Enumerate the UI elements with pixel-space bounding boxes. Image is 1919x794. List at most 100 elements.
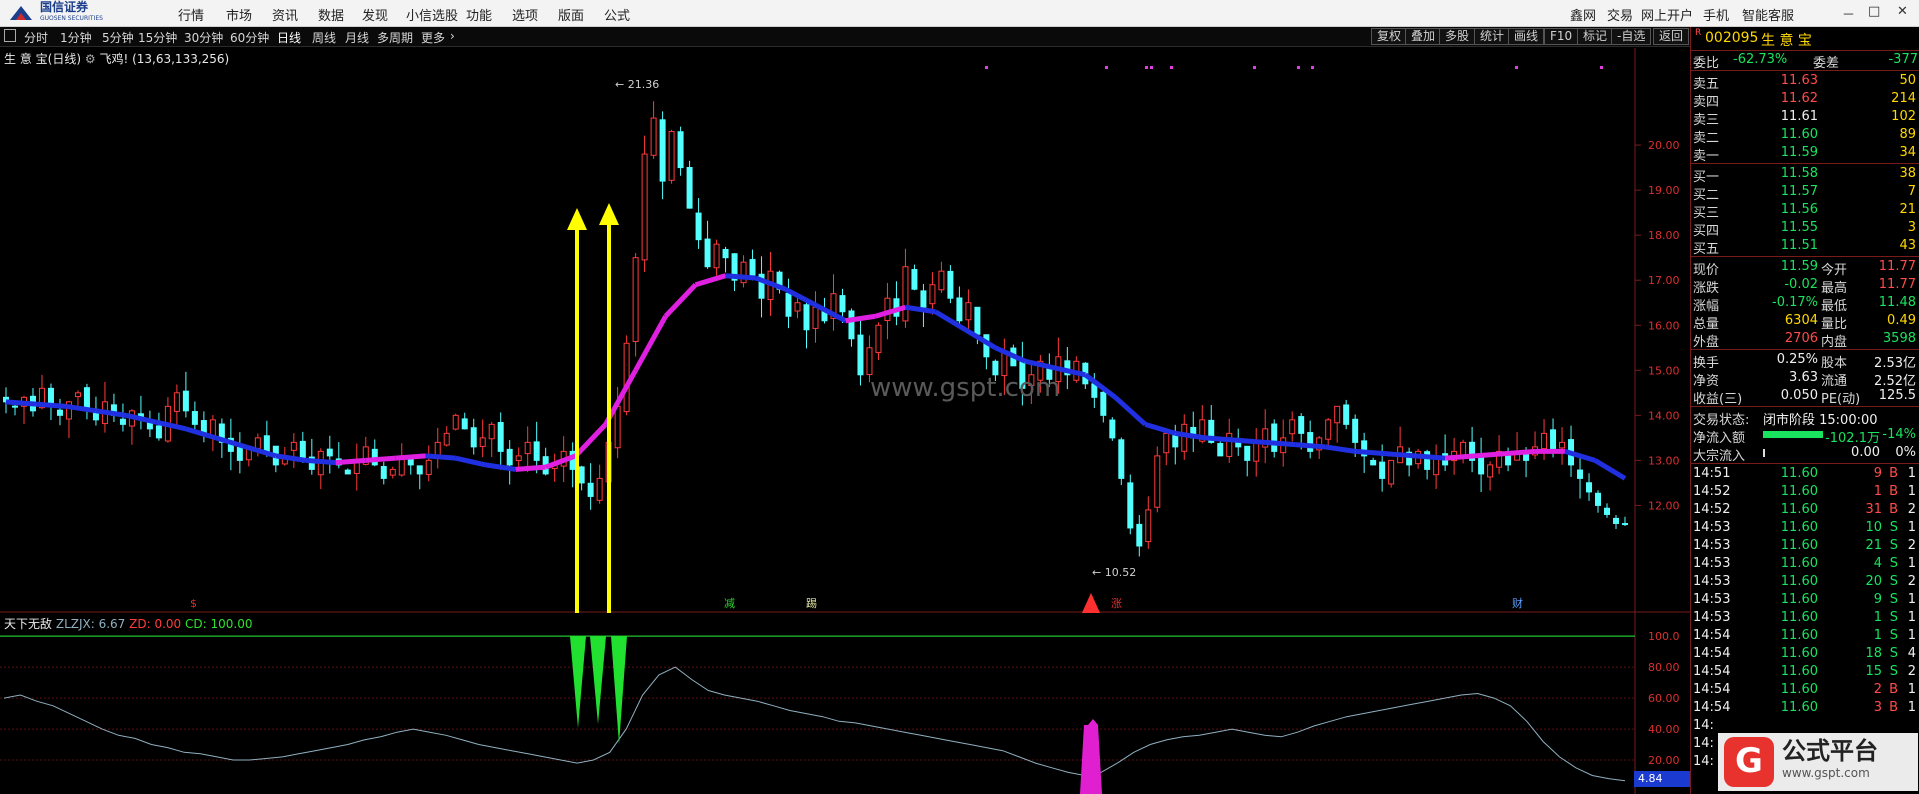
- menu-item-3[interactable]: 数据: [318, 5, 344, 24]
- tick-price: 11.60: [1780, 682, 1818, 697]
- event-marker-3[interactable]: 涨: [1111, 597, 1122, 610]
- right-menu-item-4[interactable]: 智能客服: [1742, 5, 1794, 24]
- wei-bi-row: 委比 -62.73% 委差 -377: [1691, 51, 1919, 71]
- tick-time: 14:54: [1693, 700, 1731, 715]
- candle-body: [659, 119, 666, 182]
- candle-body: [488, 423, 495, 440]
- stat-value-2: 3598: [1882, 331, 1916, 346]
- period-tab-9[interactable]: 多周期: [377, 29, 413, 46]
- period-tab-10[interactable]: 更多: [421, 29, 445, 46]
- sell-price: 11.61: [1780, 109, 1818, 124]
- sell-row-4: 卖一 11.59 34: [1691, 144, 1919, 164]
- indicator-chart[interactable]: 20.00 40.00 60.00 80.00 100.0 天下无敌 ZLZJX: 6.…: [0, 613, 1690, 794]
- settings-icon[interactable]: ⚙: [85, 52, 96, 66]
- indicator-name: 飞鸡!: [99, 52, 129, 66]
- ma-segment: [1295, 442, 1326, 450]
- period-tab-8[interactable]: 月线: [345, 29, 369, 46]
- candle-body: [677, 131, 684, 169]
- minimize-icon[interactable]: －: [1842, 4, 1855, 23]
- sell-row-1: 卖四 11.62 214: [1691, 90, 1919, 110]
- chevron-right-icon[interactable]: ›: [450, 29, 455, 43]
- toolbar-button-3[interactable]: 统计: [1474, 28, 1511, 45]
- right-menu-item-0[interactable]: 鑫网: [1570, 5, 1596, 24]
- tick-direction: B: [1889, 700, 1898, 715]
- candle-body: [947, 270, 954, 299]
- tick-count: 1: [1907, 556, 1916, 571]
- brand-logo-icon: G: [1724, 737, 1774, 787]
- candle-body: [119, 418, 126, 425]
- candle-body: [1100, 391, 1107, 416]
- menu-item-2[interactable]: 资讯: [272, 5, 298, 24]
- toolbar-button-8[interactable]: 返回: [1653, 28, 1690, 45]
- event-marker-2[interactable]: 踢: [806, 597, 817, 610]
- maximize-icon[interactable]: □: [1868, 4, 1880, 19]
- stat-row-1: 涨跌 -0.02 最高 11.77: [1691, 276, 1919, 296]
- menu-item-9[interactable]: 公式: [604, 5, 630, 24]
- event-marker-0[interactable]: $: [190, 597, 197, 610]
- quote-panel: R 002095 生 意 宝 委比 -62.73% 委差 -377 卖五 11.63 50 卖…: [1690, 27, 1919, 794]
- stat2-row-2: 收益(三) 0.050 PE(动) 125.5: [1691, 387, 1919, 407]
- event-marker-1[interactable]: 减: [724, 597, 735, 610]
- menu-item-8[interactable]: 版面: [558, 5, 584, 24]
- period-tab-4[interactable]: 30分钟: [184, 29, 223, 46]
- tick-row-11: 14:54 11.60 15 S 2: [1691, 663, 1919, 681]
- toolbar-button-0[interactable]: 复权: [1371, 28, 1408, 45]
- menu-item-0[interactable]: 行情: [178, 5, 204, 24]
- tick-price: 11.60: [1780, 610, 1818, 625]
- candle-body: [506, 448, 513, 466]
- menu-item-5[interactable]: 小信选股: [406, 5, 458, 24]
- candle-body: [812, 306, 819, 329]
- period-tab-0[interactable]: 分时: [24, 29, 48, 46]
- candle-body: [1334, 405, 1341, 424]
- period-tab-5[interactable]: 60分钟: [230, 29, 269, 46]
- period-tab-1[interactable]: 1分钟: [60, 29, 92, 46]
- tick-count: 1: [1907, 610, 1916, 625]
- menu-item-6[interactable]: 功能: [466, 5, 492, 24]
- panel-toggle-icon[interactable]: [4, 29, 16, 42]
- close-icon[interactable]: ✕: [1897, 4, 1908, 19]
- kline-chart-svg[interactable]: 12.00 13.00 14.00 15.00 16.00 17.00 18.00 19.00…: [0, 48, 1690, 615]
- block-inflow-label: 大宗流入: [1693, 449, 1746, 464]
- tick-time: 14:53: [1693, 574, 1731, 589]
- cursor-value-readout: 4.84: [1634, 771, 1690, 787]
- toolbar-button-1[interactable]: 叠加: [1405, 28, 1442, 45]
- right-menu-item-1[interactable]: 交易: [1607, 5, 1633, 24]
- menu-item-4[interactable]: 发现: [362, 5, 388, 24]
- tick-count: 4: [1907, 646, 1916, 661]
- candle-body: [794, 302, 801, 312]
- candle-body: [425, 459, 432, 475]
- toolbar-button-7[interactable]: -自选: [1611, 28, 1652, 45]
- ma-segment: [1265, 439, 1296, 448]
- candle-body: [1181, 423, 1188, 452]
- period-tab-7[interactable]: 周线: [312, 29, 336, 46]
- stat-row-2: 涨幅 -0.17% 最低 11.48: [1691, 294, 1919, 314]
- toolbar-button-5[interactable]: F10: [1544, 28, 1579, 45]
- tick-time: 14:53: [1693, 592, 1731, 607]
- period-tab-3[interactable]: 15分钟: [138, 29, 177, 46]
- candle-body: [344, 469, 351, 475]
- toolbar-button-4[interactable]: 画线: [1508, 28, 1545, 45]
- tick-row-12: 14:54 11.60 2 B 1: [1691, 681, 1919, 699]
- menu-item-7[interactable]: 选项: [512, 5, 538, 24]
- candle-body: [1271, 423, 1278, 452]
- net-inflow-row: 净流入额 -102.1万 -14%: [1691, 426, 1919, 446]
- right-menu-item-3[interactable]: 手机: [1703, 5, 1729, 24]
- indicator-chart-svg[interactable]: 20.00 40.00 60.00 80.00 100.0: [0, 613, 1690, 794]
- y-tick-label: 19.00: [1648, 184, 1680, 197]
- event-marker-4[interactable]: 财: [1512, 596, 1523, 610]
- period-tab-6[interactable]: 日线: [277, 29, 301, 46]
- ma-segment: [515, 464, 546, 472]
- tick-price: 11.60: [1780, 664, 1818, 679]
- toolbar-button-2[interactable]: 多股: [1439, 28, 1476, 45]
- kline-chart[interactable]: 12.00 13.00 14.00 15.00 16.00 17.00 18.00 19.00…: [0, 48, 1690, 616]
- tick-time: 14:53: [1693, 610, 1731, 625]
- candle-body: [380, 466, 387, 479]
- candle-body: [236, 446, 243, 461]
- right-menu-item-2[interactable]: 网上开户: [1641, 5, 1693, 24]
- candle-body: [524, 441, 531, 455]
- logo-icon: [8, 4, 34, 22]
- period-tab-2[interactable]: 5分钟: [102, 29, 134, 46]
- toolbar-button-6[interactable]: 标记: [1577, 28, 1614, 45]
- tick-price: 11.60: [1780, 484, 1818, 499]
- menu-item-1[interactable]: 市场: [226, 5, 252, 24]
